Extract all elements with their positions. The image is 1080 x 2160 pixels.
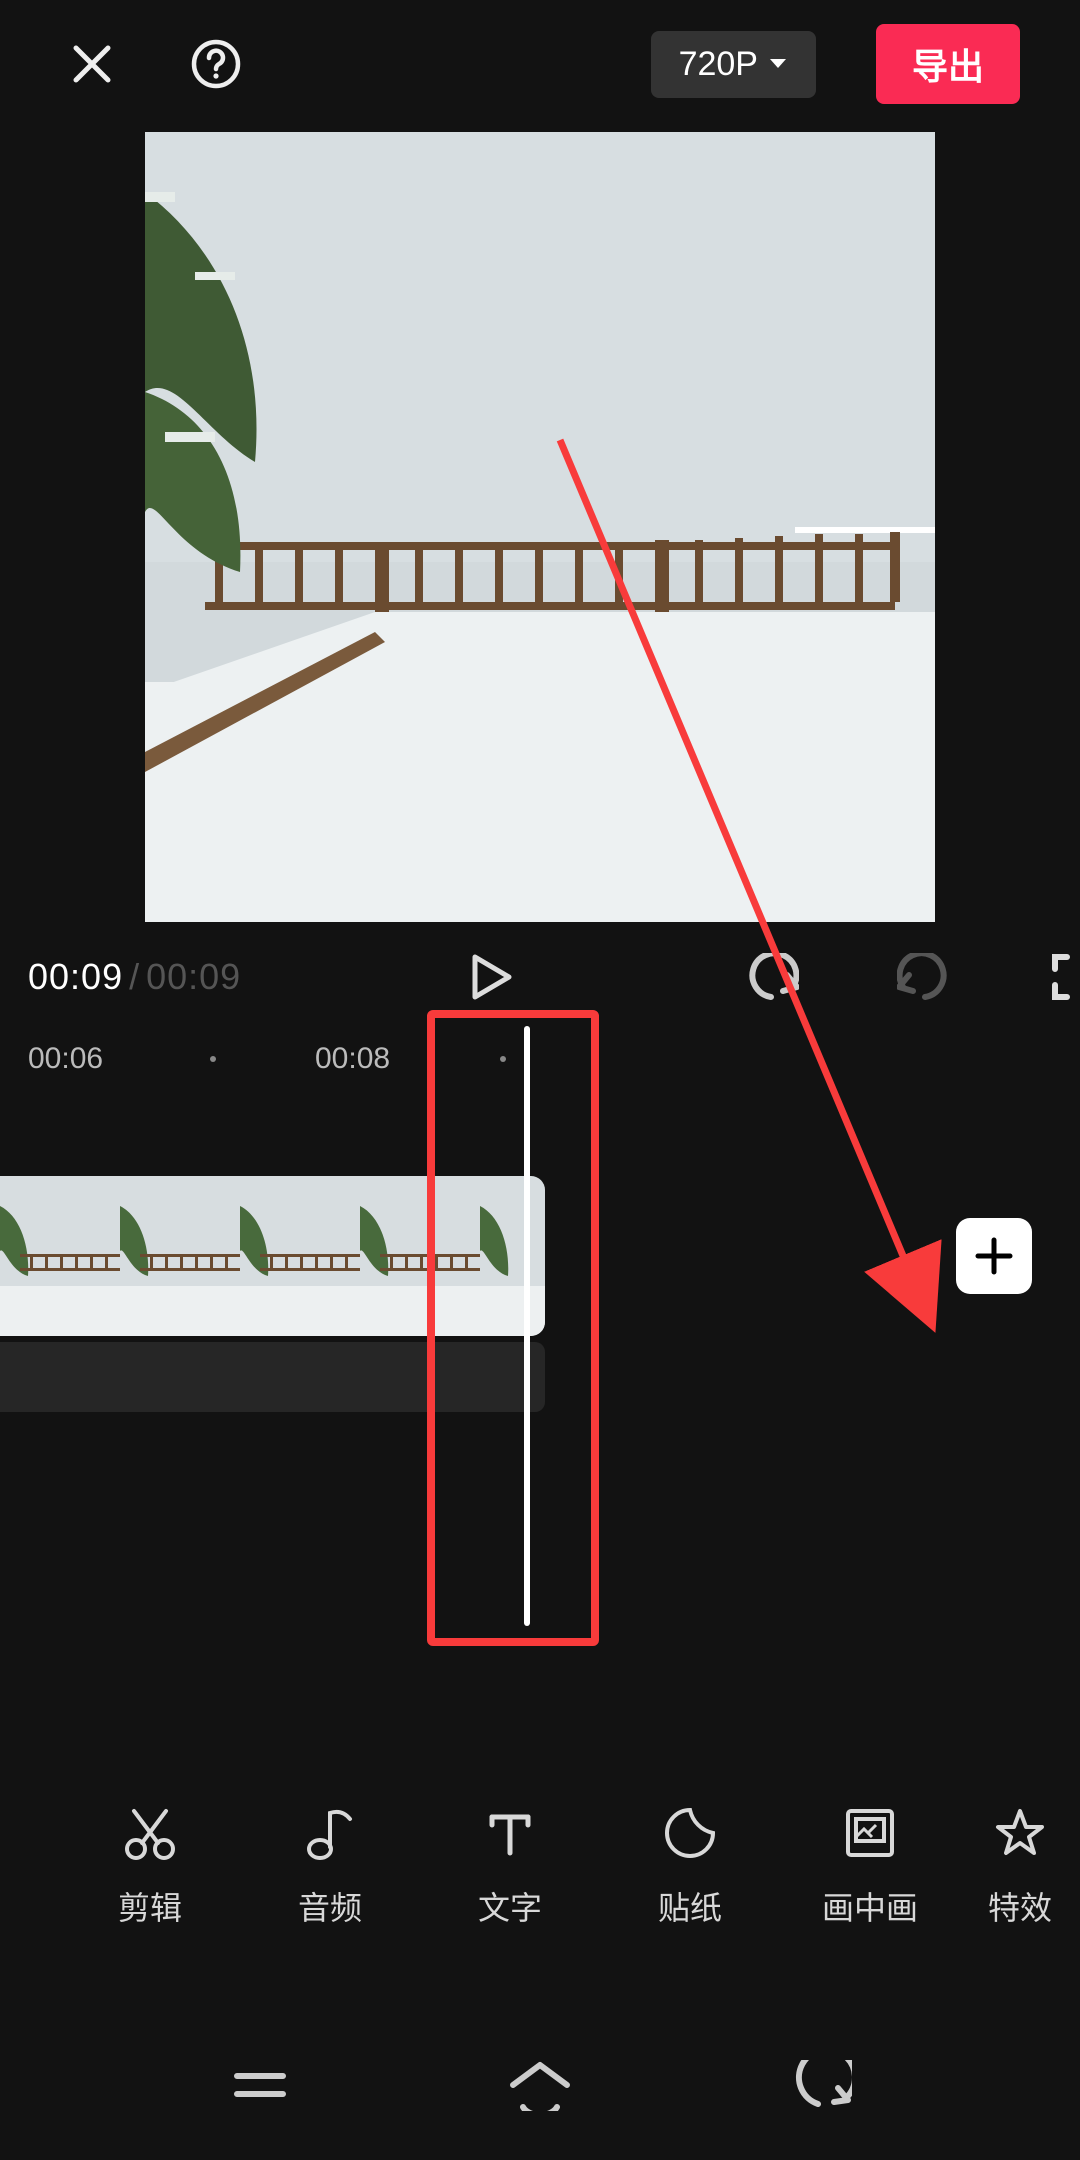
clip-thumb bbox=[240, 1176, 360, 1336]
tool-audio[interactable]: 音频 bbox=[240, 1801, 420, 1929]
time-duration: 00:09 bbox=[146, 956, 241, 997]
picture-in-picture-icon bbox=[838, 1801, 902, 1865]
resolution-label: 720P bbox=[679, 45, 758, 84]
fullscreen-icon bbox=[1051, 953, 1080, 1001]
help-button[interactable] bbox=[184, 32, 248, 96]
preview-image bbox=[145, 132, 935, 922]
ruler-label: 00:06 bbox=[28, 1042, 103, 1076]
export-label: 导出 bbox=[912, 46, 984, 87]
back-icon bbox=[788, 2060, 852, 2110]
time-display: 00:09/00:09 bbox=[28, 956, 241, 998]
add-clip-button[interactable] bbox=[956, 1218, 1032, 1294]
recent-apps-button[interactable] bbox=[220, 2055, 300, 2115]
tool-label: 文字 bbox=[478, 1883, 542, 1929]
tool-label: 画中画 bbox=[822, 1883, 918, 1929]
clip-thumb bbox=[360, 1176, 480, 1336]
ruler-tick bbox=[210, 1056, 216, 1062]
tool-pip[interactable]: 画中画 bbox=[780, 1801, 960, 1929]
tool-bar: 剪辑 音频 文字 贴纸 画中画 特效 bbox=[0, 1750, 1080, 1980]
ruler-tick bbox=[500, 1056, 506, 1062]
chevron-down-icon bbox=[768, 57, 788, 71]
transport-bar: 00:09/00:09 bbox=[0, 922, 1080, 1032]
music-note-icon bbox=[298, 1801, 362, 1865]
help-icon bbox=[190, 38, 242, 90]
fullscreen-button[interactable] bbox=[1051, 949, 1080, 1005]
sticker-icon bbox=[658, 1801, 722, 1865]
ruler-label: 00:08 bbox=[315, 1042, 390, 1076]
playhead[interactable] bbox=[524, 1026, 530, 1626]
tool-label: 音频 bbox=[298, 1883, 362, 1929]
timeline-area[interactable] bbox=[0, 1088, 1080, 1618]
export-button[interactable]: 导出 bbox=[876, 24, 1020, 104]
text-icon bbox=[478, 1801, 542, 1865]
home-icon bbox=[507, 2059, 573, 2111]
tool-edit[interactable]: 剪辑 bbox=[60, 1801, 240, 1929]
star-icon bbox=[988, 1801, 1052, 1865]
tool-label: 剪辑 bbox=[118, 1883, 182, 1929]
close-button[interactable] bbox=[60, 32, 124, 96]
preview-area bbox=[0, 128, 1080, 922]
scissors-icon bbox=[118, 1801, 182, 1865]
tool-label: 贴纸 bbox=[658, 1883, 722, 1929]
redo-icon bbox=[897, 953, 953, 1001]
home-button[interactable] bbox=[500, 2055, 580, 2115]
video-preview[interactable] bbox=[145, 132, 935, 922]
system-nav-bar bbox=[0, 2010, 1080, 2160]
timeline-ruler[interactable]: 00:06 00:08 bbox=[0, 1032, 1080, 1088]
tool-text[interactable]: 文字 bbox=[420, 1801, 600, 1929]
video-clip[interactable] bbox=[0, 1176, 545, 1336]
back-button[interactable] bbox=[780, 2055, 860, 2115]
play-icon bbox=[471, 953, 513, 1001]
clip-thumb bbox=[120, 1176, 240, 1336]
redo-button[interactable] bbox=[897, 949, 953, 1005]
tool-sticker[interactable]: 贴纸 bbox=[600, 1801, 780, 1929]
play-button[interactable] bbox=[471, 949, 513, 1005]
tool-label: 特效 bbox=[988, 1883, 1052, 1929]
editor-header: 720P 导出 bbox=[0, 0, 1080, 128]
tool-fx[interactable]: 特效 bbox=[960, 1801, 1080, 1929]
resolution-dropdown[interactable]: 720P bbox=[651, 31, 816, 98]
undo-icon bbox=[743, 953, 799, 1001]
plus-icon bbox=[972, 1234, 1016, 1278]
undo-button[interactable] bbox=[743, 949, 799, 1005]
audio-track[interactable] bbox=[0, 1342, 545, 1412]
menu-icon bbox=[231, 2064, 289, 2106]
time-current: 00:09 bbox=[28, 956, 123, 997]
clip-thumb bbox=[0, 1176, 120, 1336]
close-icon bbox=[68, 40, 116, 88]
clip-thumb bbox=[480, 1176, 545, 1336]
